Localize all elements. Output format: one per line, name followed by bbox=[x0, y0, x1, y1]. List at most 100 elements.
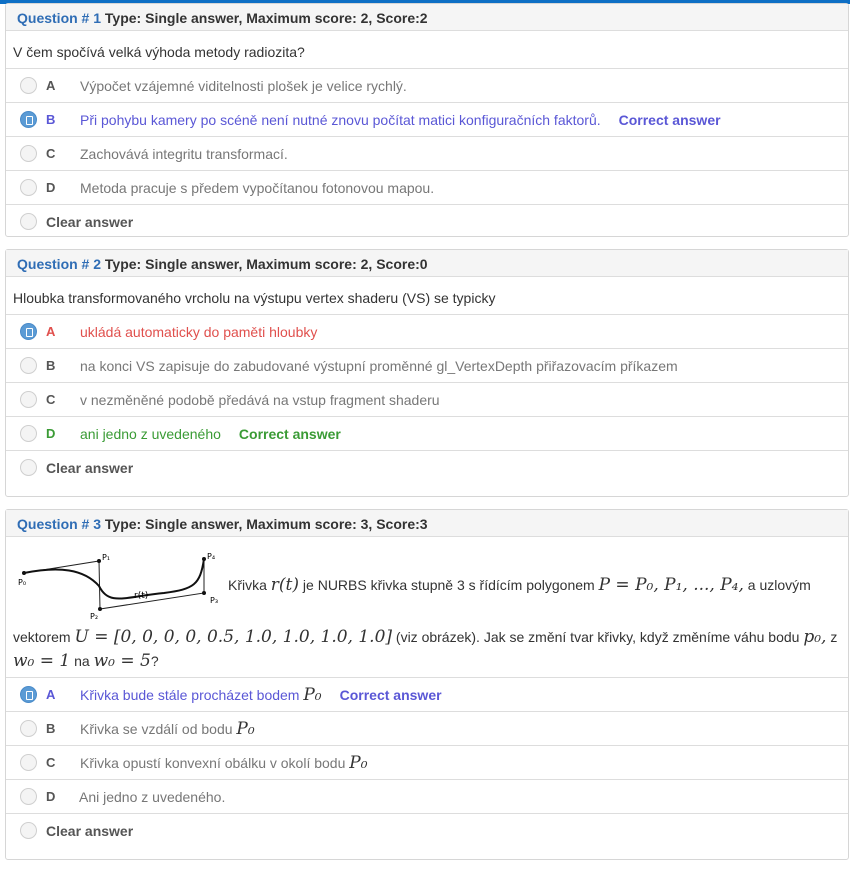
radio-button[interactable] bbox=[20, 391, 37, 408]
clear-answer-button[interactable]: Clear answer bbox=[6, 450, 848, 484]
question-number: Question # 2 bbox=[17, 256, 102, 272]
clear-radio[interactable] bbox=[20, 213, 37, 230]
option-letter: B bbox=[46, 721, 56, 736]
question-header: Question # 3 Type: Single answer, Maximu… bbox=[6, 510, 848, 537]
question-meta: Type: Single answer, Maximum score: 2, S… bbox=[104, 256, 428, 272]
text-fragment: ? bbox=[150, 653, 159, 669]
math-p0: p₀, bbox=[803, 627, 827, 647]
option-letter: B bbox=[46, 112, 56, 127]
clear-answer-label: Clear answer bbox=[46, 460, 134, 476]
option-text: Zachovává integritu transformací. bbox=[80, 146, 288, 162]
question-number: Question # 1 bbox=[17, 10, 102, 26]
answer-option-d[interactable]: D Metoda pracuje s předem vypočítanou fo… bbox=[6, 170, 848, 204]
answer-option-d[interactable]: D ani jedno z uvedeného Correct answer bbox=[6, 416, 848, 450]
radio-button-selected[interactable] bbox=[20, 323, 37, 340]
option-text: Křivka bude stále procházet bodem bbox=[80, 687, 300, 703]
option-math: P₀ bbox=[303, 685, 322, 705]
answer-option-a[interactable]: A ukládá automaticky do paměti hloubky bbox=[6, 314, 848, 348]
radio-button[interactable] bbox=[20, 179, 37, 196]
answer-option-a[interactable]: A Křivka bude stále procházet bodem P₀ Co… bbox=[6, 677, 848, 711]
option-letter: B bbox=[46, 358, 56, 373]
text-fragment: na bbox=[74, 653, 90, 669]
control-point bbox=[97, 559, 101, 563]
question-text-line1: Křivka r(t) je NURBS křivka stupně 3 s ř… bbox=[228, 575, 811, 595]
clear-radio[interactable] bbox=[20, 459, 37, 476]
question-header: Question # 1 Type: Single answer, Maximu… bbox=[6, 4, 848, 31]
answer-option-c[interactable]: C Zachovává integritu transformací. bbox=[6, 136, 848, 170]
option-text: Ani jedno z uvedeného. bbox=[79, 789, 226, 805]
math-w0-1: w₀ = 1 bbox=[13, 651, 71, 671]
clear-answer-button[interactable]: Clear answer bbox=[6, 813, 848, 847]
option-text: Výpočet vzájemné viditelnosti plošek je … bbox=[80, 78, 407, 94]
option-letter: C bbox=[46, 146, 56, 161]
answer-option-d[interactable]: D Ani jedno z uvedeného. bbox=[6, 779, 848, 813]
option-content: Křivka se vzdálí od bodu P₀ bbox=[80, 719, 255, 739]
math-r-t: r(t) bbox=[270, 575, 300, 595]
control-point bbox=[202, 557, 206, 561]
radio-button[interactable] bbox=[20, 754, 37, 771]
text-fragment: Křivka bbox=[228, 577, 267, 593]
label-rt: r(t) bbox=[134, 591, 148, 601]
math-knot-vector: U = [0, 0, 0, 0, 0.5, 1.0, 1.0, 1.0, 1.0… bbox=[74, 627, 393, 647]
label-p2: P₂ bbox=[90, 612, 98, 621]
radio-button[interactable] bbox=[20, 145, 37, 162]
correct-answer-badge: Correct answer bbox=[339, 687, 442, 703]
correct-answer-badge: Correct answer bbox=[238, 426, 341, 442]
option-letter: D bbox=[46, 789, 56, 804]
question-text-line3: w₀ = 1 na w₀ = 5? bbox=[13, 651, 159, 671]
option-content: Křivka opustí konvexní obálku v okolí bo… bbox=[80, 753, 368, 773]
option-content: ani jedno z uvedeného Correct answer bbox=[80, 426, 341, 442]
question-3: Question # 3 Type: Single answer, Maximu… bbox=[5, 509, 849, 860]
text-fragment: je NURBS křivka stupně 3 s řídícím polyg… bbox=[302, 577, 595, 593]
answer-option-c[interactable]: C Křivka opustí konvexní obálku v okolí … bbox=[6, 745, 848, 779]
option-text: v nezměněné podobě předává na vstup frag… bbox=[80, 392, 440, 408]
nurbs-curve bbox=[23, 558, 205, 600]
radio-button[interactable] bbox=[20, 720, 37, 737]
question-body: P₀ P₁ P₂ P₃ P₄ r(t) Křivka r(t) je NURBS… bbox=[6, 537, 848, 677]
answer-option-b[interactable]: B Při pohybu kamery po scéně není nutné … bbox=[6, 102, 848, 136]
text-fragment: z bbox=[830, 629, 838, 645]
math-control-polygon: P = P₀, P₁, ..., P₄, bbox=[598, 575, 744, 595]
label-p1: P₁ bbox=[102, 553, 110, 562]
option-text: Křivka se vzdálí od bodu bbox=[80, 721, 233, 737]
radio-button[interactable] bbox=[20, 77, 37, 94]
option-letter: A bbox=[46, 687, 56, 702]
clear-answer-label: Clear answer bbox=[46, 214, 134, 230]
radio-button[interactable] bbox=[20, 788, 37, 805]
radio-button[interactable] bbox=[20, 425, 37, 442]
radio-button-selected[interactable] bbox=[20, 686, 37, 703]
control-polygon bbox=[23, 559, 205, 610]
clear-answer-button[interactable]: Clear answer bbox=[6, 204, 848, 238]
question-meta: Type: Single answer, Maximum score: 3, S… bbox=[104, 516, 428, 532]
option-text: Křivka opustí konvexní obálku v okolí bo… bbox=[80, 755, 346, 771]
answer-option-a[interactable]: A Výpočet vzájemné viditelnosti plošek j… bbox=[6, 68, 848, 102]
answer-option-b[interactable]: B Křivka se vzdálí od bodu P₀ bbox=[6, 711, 848, 745]
text-fragment: (viz obrázek). Jak se změní tvar křivky,… bbox=[395, 629, 800, 645]
option-content: Při pohybu kamery po scéně není nutné zn… bbox=[80, 112, 721, 128]
question-header: Question # 2 Type: Single answer, Maximu… bbox=[6, 250, 848, 277]
radio-button-selected[interactable] bbox=[20, 111, 37, 128]
option-letter: C bbox=[46, 755, 56, 770]
control-point bbox=[22, 571, 26, 575]
option-text: Metoda pracuje s předem vypočítanou foto… bbox=[80, 180, 435, 196]
question-2: Question # 2 Type: Single answer, Maximu… bbox=[5, 249, 849, 497]
question-text: Hloubka transformovaného vrcholu na výst… bbox=[13, 290, 496, 306]
label-p4: P₄ bbox=[207, 552, 215, 561]
option-content: Křivka bude stále procházet bodem P₀ Corr… bbox=[80, 685, 442, 705]
label-p3: P₃ bbox=[210, 596, 218, 605]
control-point bbox=[98, 607, 102, 611]
text-fragment: a uzlovým bbox=[747, 577, 811, 593]
option-letter: D bbox=[46, 180, 56, 195]
option-letter: C bbox=[46, 392, 56, 407]
option-text: ukládá automaticky do paměti hloubky bbox=[80, 324, 318, 340]
option-text: Při pohybu kamery po scéně není nutné zn… bbox=[80, 112, 601, 128]
option-text: na konci VS zapisuje do zabudované výstu… bbox=[80, 358, 678, 374]
option-text: ani jedno z uvedeného bbox=[80, 426, 221, 442]
radio-button[interactable] bbox=[20, 357, 37, 374]
question-1: Question # 1 Type: Single answer, Maximu… bbox=[5, 3, 849, 237]
clear-radio[interactable] bbox=[20, 822, 37, 839]
math-w0-5: w₀ = 5 bbox=[93, 651, 151, 671]
answer-option-b[interactable]: B na konci VS zapisuje do zabudované výs… bbox=[6, 348, 848, 382]
correct-answer-badge: Correct answer bbox=[618, 112, 721, 128]
answer-option-c[interactable]: C v nezměněné podobě předává na vstup fr… bbox=[6, 382, 848, 416]
